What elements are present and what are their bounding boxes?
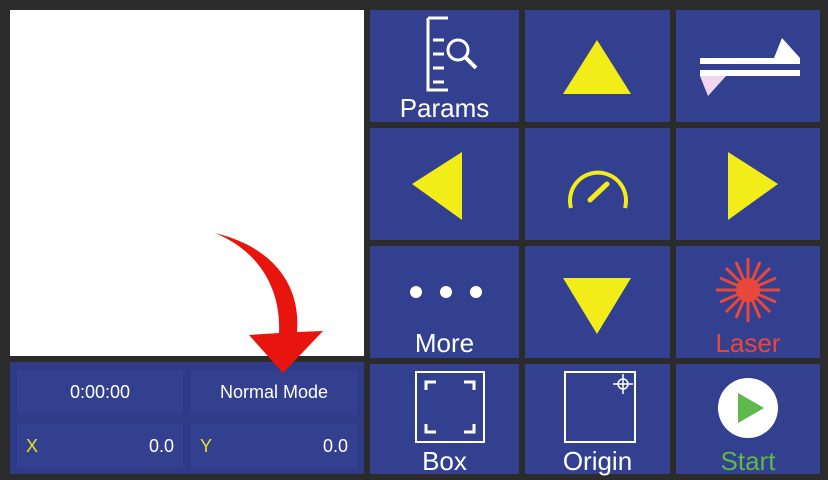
swap-direction-button[interactable]: [676, 10, 820, 122]
move-left-button[interactable]: [370, 128, 519, 240]
y-label: Y: [200, 436, 213, 456]
box-label: Box: [422, 446, 467, 476]
y-value: 0.0: [322, 436, 348, 456]
y-coordinate: Y 0.0: [191, 424, 357, 469]
red-curved-arrow: [215, 233, 323, 373]
timer-value: 0:00:00: [69, 382, 131, 402]
timer-display: 0:00:00: [17, 370, 183, 415]
laser-button[interactable]: Laser: [676, 246, 820, 358]
move-down-button[interactable]: [525, 246, 670, 358]
speed-button[interactable]: [525, 128, 670, 240]
arrow-left-icon: [412, 152, 462, 220]
arrow-down-icon: [563, 278, 631, 334]
laser-label: Laser: [715, 328, 781, 358]
speedometer-icon: [568, 170, 628, 209]
more-button[interactable]: More: [370, 246, 519, 358]
x-value: 0.0: [148, 436, 174, 456]
origin-label: Origin: [562, 446, 633, 476]
box-button[interactable]: Box: [370, 364, 519, 474]
move-right-button[interactable]: [676, 128, 820, 240]
more-label: More: [414, 328, 475, 358]
params-button[interactable]: Params: [370, 10, 519, 122]
swap-direction-icon: [700, 38, 800, 96]
x-coordinate: X 0.0: [17, 424, 183, 469]
move-up-button[interactable]: [525, 10, 670, 122]
arrow-up-icon: [563, 40, 631, 94]
start-label: Start: [720, 446, 776, 476]
origin-button[interactable]: Origin: [525, 364, 670, 474]
params-label: Params: [399, 93, 490, 123]
mode-value: Normal Mode: [219, 382, 329, 402]
arrow-right-icon: [728, 152, 778, 220]
x-label: X: [26, 436, 39, 456]
start-button[interactable]: Start: [676, 364, 820, 474]
